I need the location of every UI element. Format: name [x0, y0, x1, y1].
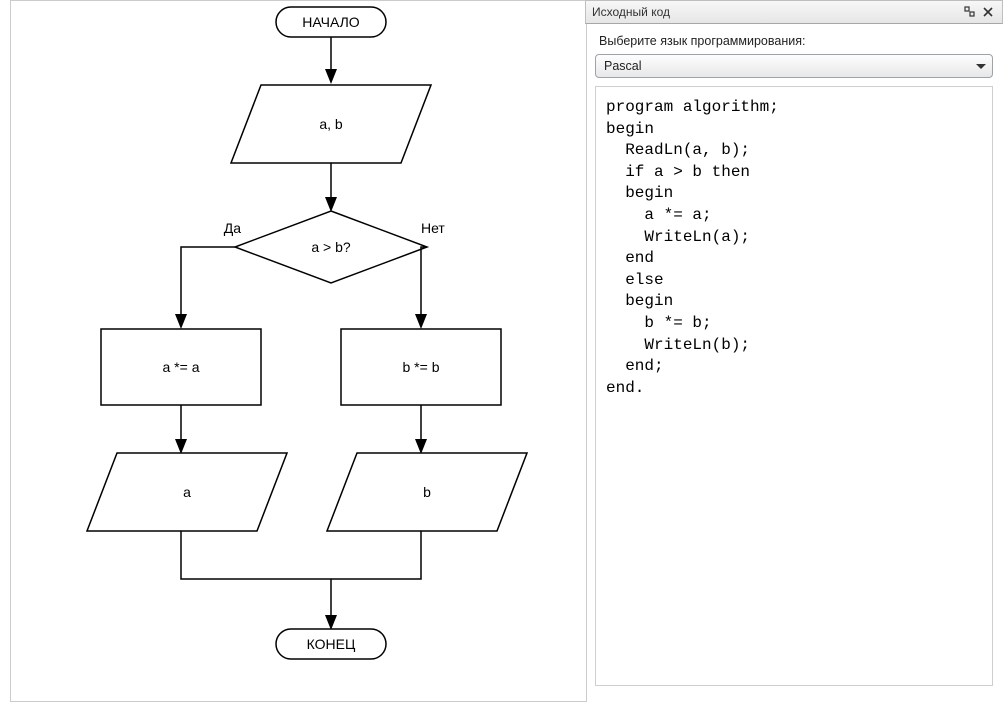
svg-text:a: a	[183, 484, 191, 500]
panel-header: Исходный код	[585, 0, 1003, 24]
decision-no-label: Нет	[421, 220, 445, 236]
language-dropdown-value: Pascal	[604, 59, 976, 73]
svg-text:a, b: a, b	[319, 116, 343, 132]
flowchart-canvas: НАЧАЛО a, b a > b? Да Нет	[10, 0, 587, 702]
language-label: Выберите язык программирования:	[585, 24, 1003, 54]
svg-text:a *= a: a *= a	[163, 359, 200, 375]
flow-proc-right: b *= b	[341, 329, 501, 405]
flow-end: КОНЕЦ	[276, 629, 386, 659]
decision-yes-label: Да	[224, 220, 241, 236]
panel-title: Исходный код	[592, 5, 960, 19]
svg-text:b *= b: b *= b	[403, 359, 440, 375]
svg-text:КОНЕЦ: КОНЕЦ	[307, 636, 356, 652]
source-panel: Исходный код Выберите язык программирова…	[585, 0, 1003, 710]
code-editor[interactable]: program algorithm; begin ReadLn(a, b); i…	[595, 86, 993, 686]
close-icon[interactable]	[980, 4, 996, 20]
flow-proc-left: a *= a	[101, 329, 261, 405]
flow-output-left: a	[87, 453, 287, 531]
flow-output-right: b	[327, 453, 527, 531]
flowchart-svg: НАЧАЛО a, b a > b? Да Нет	[11, 1, 586, 701]
flow-start: НАЧАЛО	[276, 7, 386, 37]
code-text: program algorithm; begin ReadLn(a, b); i…	[606, 97, 982, 399]
chevron-down-icon	[976, 64, 986, 69]
flow-input: a, b	[231, 85, 431, 163]
svg-text:НАЧАЛО: НАЧАЛО	[302, 14, 360, 30]
language-dropdown[interactable]: Pascal	[595, 54, 993, 78]
detach-icon[interactable]	[962, 4, 978, 20]
flow-decision: a > b?	[235, 211, 427, 283]
svg-text:b: b	[423, 484, 431, 500]
svg-text:a > b?: a > b?	[311, 239, 351, 255]
